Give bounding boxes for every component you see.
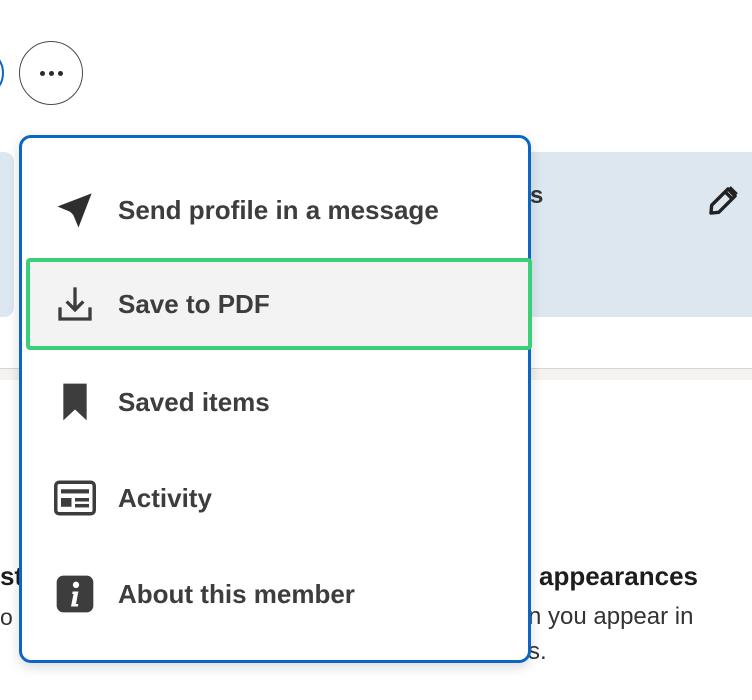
profile-page: s st o appearances n you appear in s. Se… (0, 0, 752, 700)
more-actions-button[interactable] (19, 41, 83, 105)
menu-item-label: About this member (118, 578, 355, 609)
profile-action-button[interactable] (0, 48, 4, 98)
bookmark-icon (54, 381, 96, 423)
menu-item-label: Activity (118, 482, 212, 513)
send-icon (54, 189, 96, 231)
menu-item-save-to-pdf[interactable]: Save to PDF (26, 258, 532, 350)
more-actions-menu: Send profile in a message Save to PDF Sa… (19, 135, 532, 663)
ellipsis-horizontal-icon (39, 70, 45, 76)
menu-item-saved-items[interactable]: Saved items (22, 356, 528, 448)
download-icon (54, 283, 96, 325)
menu-item-send-profile[interactable]: Send profile in a message (22, 164, 528, 256)
card-peek-text: s (530, 182, 544, 209)
pencil-icon[interactable] (706, 184, 740, 218)
activity-icon (54, 477, 96, 519)
menu-item-label: Save to PDF (118, 288, 270, 319)
menu-item-about-member[interactable]: About this member (22, 548, 528, 640)
right-section-title: appearances (539, 561, 698, 591)
menu-item-activity[interactable]: Activity (22, 452, 528, 544)
menu-item-label: Send profile in a message (118, 194, 439, 225)
right-section-text: n you appear in (528, 603, 694, 630)
menu-item-label: Saved items (118, 386, 270, 417)
profile-card-right: s (510, 152, 752, 317)
profile-card-left (0, 152, 14, 317)
info-icon (54, 573, 96, 615)
left-section-text: o (0, 604, 13, 630)
